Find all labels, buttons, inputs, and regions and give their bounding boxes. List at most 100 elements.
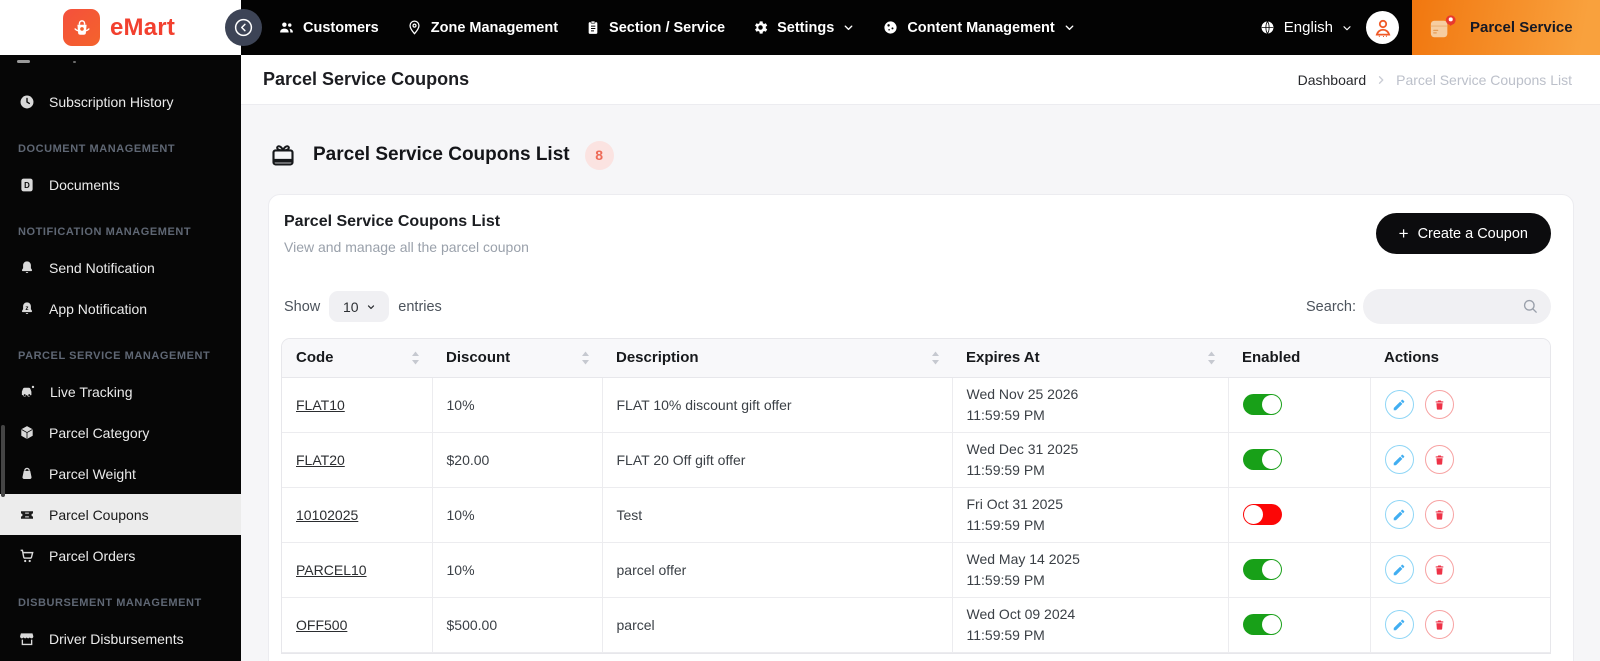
topnav-item-customers[interactable]: Customers	[278, 19, 379, 36]
edit-button[interactable]	[1384, 445, 1414, 474]
discount-cell: 10%	[431, 542, 602, 598]
cart-icon	[20, 549, 34, 562]
chevron-down-icon	[844, 25, 853, 31]
dash-icon	[17, 60, 76, 63]
sidebar-item-clipped[interactable]	[0, 55, 241, 81]
description-cell: FLAT 20 Off gift offer	[601, 432, 952, 488]
search-label: Search:	[1306, 298, 1356, 315]
toggle-knob	[1261, 395, 1281, 414]
delete-button[interactable]	[1425, 445, 1455, 474]
column-header-description[interactable]: Description	[602, 339, 952, 378]
language-selector[interactable]: English	[1259, 19, 1353, 36]
column-header-enabled: Enabled	[1228, 339, 1370, 378]
expires-cell: Wed May 14 2025 11:59:59 PM	[951, 542, 1228, 598]
trash-icon	[1436, 564, 1444, 575]
actions-cell	[1369, 487, 1550, 543]
enabled-toggle[interactable]	[1242, 394, 1282, 415]
table-row: PARCEL10 10% parcel offer Wed May 14 202…	[282, 542, 1550, 598]
plus-icon: +	[1398, 223, 1409, 243]
sidebar-item-subscription-history[interactable]: Subscription History	[0, 81, 241, 122]
topnav-item-section-service[interactable]: Section / Service	[585, 19, 725, 36]
breadcrumb-current: Parcel Service Coupons List	[1396, 71, 1572, 88]
module-switcher-parcel-service[interactable]: Parcel Service	[1412, 0, 1600, 55]
enabled-toggle[interactable]	[1242, 504, 1282, 525]
sidebar-item-send-notification[interactable]: Send Notification	[0, 247, 241, 288]
enabled-toggle[interactable]	[1242, 614, 1282, 635]
sidebar-item-live-tracking[interactable]: Live Tracking	[0, 371, 241, 412]
column-header-code[interactable]: Code	[282, 339, 432, 378]
arrow-left-circle-icon	[234, 18, 253, 37]
column-header-discount[interactable]: Discount	[432, 339, 602, 378]
brand-name: eMart	[110, 13, 176, 41]
section-title: Parcel Service Coupons List	[313, 144, 570, 165]
entries-control: Show 10 entries	[284, 291, 442, 322]
clock-history-icon	[20, 95, 34, 108]
description-cell: Test	[601, 487, 952, 543]
pencil-icon	[1393, 509, 1405, 520]
sidebar-item-parcel-orders[interactable]: Parcel Orders	[0, 535, 241, 576]
section-heading: Parcel Service Coupons List 8	[268, 133, 1574, 177]
coupon-code-link[interactable]: OFF500	[296, 617, 347, 633]
chevron-down-icon	[1343, 25, 1351, 30]
sidebar-item-parcel-category[interactable]: Parcel Category	[0, 412, 241, 453]
topnav-item-settings[interactable]: Settings	[752, 19, 855, 36]
chevron-down-icon	[367, 304, 374, 309]
table-row: 10102025 10% Test Fri Oct 31 2025 11:59:…	[282, 487, 1550, 543]
brand-logo[interactable]: eMart	[0, 0, 241, 55]
chevron-down-icon	[1065, 25, 1074, 31]
description-cell: parcel	[601, 597, 952, 653]
page-titlebar: Parcel Service Coupons Dashboard Parcel …	[241, 55, 1600, 105]
users-icon	[280, 22, 293, 33]
column-header-actions: Actions	[1370, 339, 1550, 378]
toggle-knob	[1261, 560, 1281, 579]
coupon-code-link[interactable]: PARCEL10	[296, 562, 367, 578]
toggle-knob	[1243, 505, 1263, 524]
topnav-item-zone-management[interactable]: Zone Management	[406, 19, 558, 36]
sidebar-section-notification-management: NOTIFICATION MANAGEMENT	[18, 226, 192, 238]
actions-cell	[1369, 377, 1550, 433]
table-header-row: Code Discount Description Expires At Ena…	[282, 339, 1550, 378]
card-header: Parcel Service Coupons List View and man…	[281, 213, 1551, 255]
page-title: Parcel Service Coupons	[263, 69, 470, 89]
table-row: OFF500 $500.00 parcel Wed Oct 09 2024 11…	[282, 597, 1550, 653]
breadcrumb-dashboard-link[interactable]: Dashboard	[1298, 72, 1367, 88]
search-control: Search:	[1306, 289, 1551, 324]
delete-button[interactable]	[1425, 610, 1455, 639]
delete-button[interactable]	[1425, 500, 1455, 529]
delete-button[interactable]	[1425, 390, 1455, 419]
edit-button[interactable]	[1384, 390, 1414, 419]
coupon-code-link[interactable]: FLAT20	[296, 452, 345, 468]
edit-button[interactable]	[1384, 610, 1414, 639]
expires-cell: Fri Oct 31 2025 11:59:59 PM	[951, 487, 1228, 543]
topnav-item-content-management[interactable]: Content Management	[882, 19, 1075, 36]
enabled-toggle[interactable]	[1242, 449, 1282, 470]
main-content: Parcel Service Coupons Dashboard Parcel …	[241, 55, 1600, 661]
sort-icon	[932, 351, 939, 365]
sidebar-scrollbar[interactable]	[1, 425, 5, 497]
storefront-icon	[20, 632, 34, 645]
enabled-toggle[interactable]	[1242, 559, 1282, 580]
sidebar-item-driver-disbursements[interactable]: Driver Disbursements	[0, 618, 241, 659]
delete-button[interactable]	[1425, 555, 1455, 584]
sidebar-item-app-notification[interactable]: z App Notification	[0, 288, 241, 329]
sidebar-collapse-button[interactable]	[225, 9, 262, 46]
globe-icon	[1261, 21, 1274, 34]
edit-button[interactable]	[1384, 555, 1414, 584]
profile-person-icon	[1375, 19, 1390, 37]
pencil-icon	[1393, 399, 1405, 410]
sidebar-item-parcel-weight[interactable]: Parcel Weight	[0, 453, 241, 494]
create-coupon-button[interactable]: + Create a Coupon	[1375, 213, 1551, 254]
vehicle-tracking-icon	[21, 385, 35, 397]
toggle-knob	[1261, 615, 1281, 634]
user-avatar[interactable]	[1366, 11, 1399, 44]
sidebar-item-parcel-coupons[interactable]: Parcel Coupons	[0, 494, 241, 535]
edit-button[interactable]	[1384, 500, 1414, 529]
description-cell: FLAT 10% discount gift offer	[601, 377, 952, 433]
sidebar-item-documents[interactable]: D Documents	[0, 164, 241, 205]
coupon-code-link[interactable]: FLAT10	[296, 397, 345, 413]
coupon-code-link[interactable]: 10102025	[296, 507, 358, 523]
entries-select[interactable]: 10	[329, 291, 390, 322]
trash-icon	[1436, 509, 1444, 520]
gift-coupon-icon	[272, 145, 294, 166]
column-header-expires-at[interactable]: Expires At	[952, 339, 1228, 378]
